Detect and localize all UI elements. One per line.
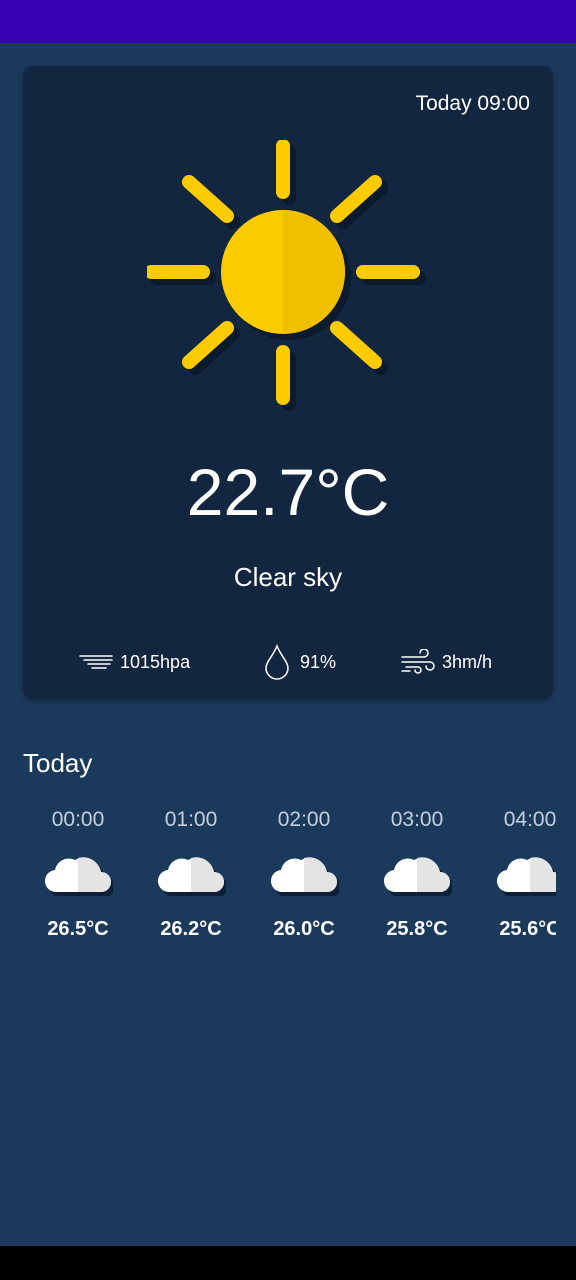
cloud-icon (270, 857, 339, 896)
pressure-stat: 1015hpa (78, 646, 190, 678)
hourly-temperature: 26.0°C (273, 918, 335, 940)
current-datetime: Today 09:00 (415, 92, 530, 115)
wind-value: 3hm/h (442, 651, 493, 672)
humidity-value: 91% (300, 651, 337, 672)
hourly-item: 04:00 25.6°C (495, 800, 556, 960)
hourly-time: 00:00 (51, 808, 105, 831)
hourly-item: 00:00 26.5°C (43, 800, 156, 960)
cloud-icon (496, 857, 556, 896)
humidity-stat: 91% (264, 644, 337, 680)
wind-icon (401, 649, 435, 674)
hourly-forecast-list[interactable]: 00:00 26.5°C 01:00 26.2°C 02:00 26.0°C 0… (0, 800, 556, 960)
status-bar (0, 0, 576, 43)
current-temperature: 22.7°C (186, 455, 390, 529)
water-drop-icon (265, 644, 289, 680)
hourly-temperature: 26.2°C (160, 918, 222, 940)
cloud-icon (383, 857, 452, 896)
hourly-time: 01:00 (164, 808, 218, 831)
cloud-icon (157, 857, 226, 896)
hourly-item: 01:00 26.2°C (156, 800, 269, 960)
sun-icon (147, 140, 426, 411)
hourly-time: 03:00 (390, 808, 444, 831)
navigation-bar (0, 1246, 576, 1280)
pressure-icon (79, 655, 113, 669)
hourly-time: 04:00 (503, 808, 556, 831)
hourly-item: 02:00 26.0°C (269, 800, 382, 960)
hourly-temperature: 26.5°C (47, 918, 109, 940)
cloud-icon (44, 857, 113, 896)
hourly-temperature: 25.8°C (386, 918, 448, 940)
current-weather-card: Today 09:00 22.7°C Clear sky 1015hpa 91%… (23, 66, 553, 699)
hourly-time: 02:00 (277, 808, 331, 831)
pressure-value: 1015hpa (120, 651, 191, 672)
hourly-item: 03:00 25.8°C (382, 800, 495, 960)
wind-stat: 3hm/h (400, 646, 492, 678)
hourly-temperature: 25.6°C (499, 918, 556, 940)
hourly-section-title: Today (23, 748, 93, 778)
current-condition: Clear sky (233, 562, 343, 592)
